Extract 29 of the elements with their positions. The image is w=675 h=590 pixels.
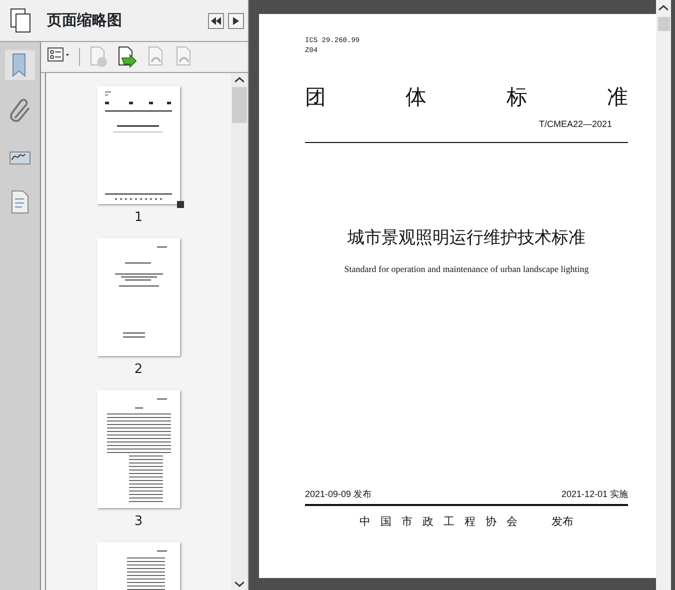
- page-number: 3: [134, 514, 143, 530]
- publisher-name: 中国市政工程协会: [360, 514, 528, 530]
- bookmark-tab[interactable]: [5, 50, 35, 80]
- insert-page-button[interactable]: [116, 46, 138, 68]
- right-arrow-icon: [233, 16, 239, 24]
- page-number: 2: [134, 362, 143, 378]
- scrollbar-thumb[interactable]: [232, 87, 247, 123]
- page-number: 1: [134, 210, 143, 226]
- double-left-arrow-icon: [211, 16, 221, 24]
- expand-button[interactable]: [228, 12, 244, 28]
- scroll-down-icon: [235, 581, 244, 590]
- page-thumbnail[interactable]: [97, 238, 180, 356]
- publish-label: 发布: [552, 514, 574, 530]
- header-character: 团: [305, 84, 326, 111]
- document-subtitle: Standard for operation and maintenance of urban landscape lighting: [343, 262, 590, 276]
- issue-date: 2021-09-09 发布: [305, 488, 372, 501]
- panel-title: 页面缩略图: [47, 10, 123, 32]
- effective-date: 2021-12-01 实施: [561, 488, 628, 501]
- document-icon: [9, 190, 31, 216]
- document-title: 城市景观照明运行维护技术标准: [346, 227, 586, 249]
- pages-icon: [10, 8, 32, 34]
- scrollbar-thumb[interactable]: [658, 17, 670, 31]
- header-character: 标: [506, 84, 528, 111]
- header-character: 体: [406, 84, 427, 111]
- collapse-button[interactable]: [208, 12, 224, 28]
- standard-number: T/CMEA22—2021: [538, 118, 612, 130]
- header-character: 准: [606, 84, 628, 111]
- page-thumbnail[interactable]: [97, 390, 180, 508]
- paperclip-icon: [9, 98, 31, 124]
